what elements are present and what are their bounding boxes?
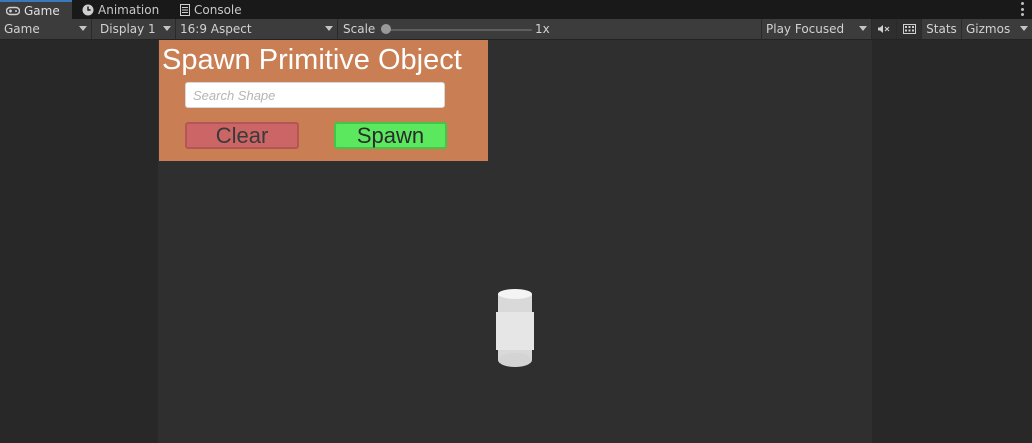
search-shape-field[interactable] (185, 82, 445, 108)
console-icon (180, 3, 190, 16)
scale-value-text: 1x (535, 22, 550, 36)
tab-console[interactable]: Console (174, 0, 254, 19)
spawn-button[interactable]: Spawn (334, 122, 447, 149)
chevron-down-icon (1020, 26, 1028, 31)
view-mode-dropdown[interactable]: Game (0, 19, 92, 39)
scale-value: 1x (531, 19, 571, 39)
gizmos-dropdown[interactable]: Gizmos (962, 19, 1032, 39)
clear-button[interactable]: Clear (185, 122, 299, 149)
play-mode-dropdown[interactable]: Play Focused (762, 19, 872, 39)
scale-slider-thumb[interactable] (381, 24, 391, 34)
aspect-value: 16:9 Aspect (180, 22, 252, 36)
more-options-icon[interactable] (1021, 2, 1024, 16)
panel-title: Spawn Primitive Object (162, 44, 462, 76)
search-shape-input[interactable] (186, 83, 444, 107)
chevron-down-icon (79, 26, 87, 31)
scale-slider-track[interactable] (386, 29, 532, 31)
game-view-toolbar: Game Display 1 16:9 Aspect Scale 1x Play… (0, 19, 1032, 40)
aspect-dropdown[interactable]: 16:9 Aspect (176, 19, 338, 39)
play-mode-value: Play Focused (766, 22, 845, 36)
chevron-down-icon (163, 26, 171, 31)
spawn-panel: Spawn Primitive Object Clear Spawn (159, 40, 488, 161)
keyboard-icon (902, 24, 916, 34)
game-viewport (0, 40, 1032, 443)
display-value: Display 1 (100, 22, 156, 36)
spawned-cylinder (496, 289, 534, 367)
tab-animation-label: Animation (98, 2, 160, 17)
chevron-down-icon (325, 26, 333, 31)
gizmos-label: Gizmos (966, 22, 1011, 36)
scale-label: Scale (343, 22, 376, 36)
mute-audio-icon (878, 25, 890, 33)
keyboard-shortcuts-button[interactable] (897, 19, 922, 39)
mute-audio-button[interactable] (872, 19, 897, 39)
tab-game-label: Game (24, 3, 60, 18)
gamepad-icon (6, 6, 20, 15)
view-mode-value: Game (4, 22, 40, 36)
tab-console-label: Console (194, 2, 242, 17)
stats-label: Stats (926, 22, 957, 36)
chevron-down-icon (859, 26, 867, 31)
stats-button[interactable]: Stats (922, 19, 962, 39)
display-dropdown[interactable]: Display 1 (92, 19, 176, 39)
tab-animation[interactable]: Animation (76, 0, 166, 19)
tab-game[interactable]: Game (0, 0, 72, 19)
editor-tab-bar: Game Animation Console (0, 0, 1032, 19)
clock-icon (82, 4, 94, 15)
